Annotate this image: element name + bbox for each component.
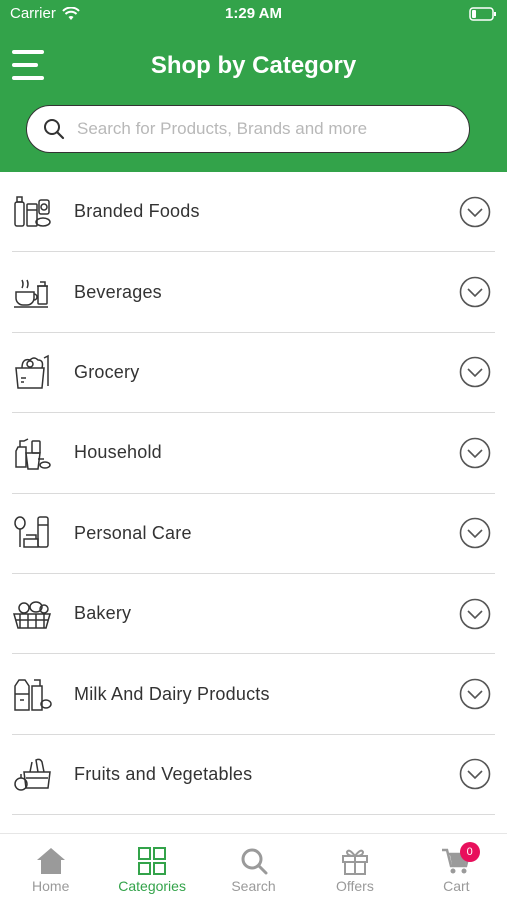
status-bar: Carrier 1:29 AM bbox=[0, 0, 507, 28]
home-icon bbox=[36, 848, 65, 874]
chevron-down-icon[interactable] bbox=[459, 356, 491, 388]
bakery-icon bbox=[13, 600, 51, 629]
bottom-tab-bar: Home Categories Search Offers Cart 0 bbox=[0, 833, 507, 900]
chevron-down-icon[interactable] bbox=[459, 517, 491, 549]
milk-dairy-icon bbox=[14, 679, 52, 711]
category-label: Milk And Dairy Products bbox=[74, 683, 270, 704]
category-label: Grocery bbox=[74, 361, 140, 382]
category-item-grocery[interactable]: Grocery bbox=[12, 333, 495, 414]
category-list: Branded Foods Beverages Grocery Househol… bbox=[0, 172, 507, 816]
category-item-household[interactable]: Household bbox=[12, 413, 495, 494]
category-item-beverages[interactable]: Beverages bbox=[12, 252, 495, 333]
tab-categories[interactable]: Categories bbox=[101, 834, 202, 900]
category-label: Bakery bbox=[74, 603, 132, 624]
category-item-branded-foods[interactable]: Branded Foods bbox=[12, 172, 495, 253]
chevron-down-icon[interactable] bbox=[459, 598, 491, 630]
header: Shop by Category bbox=[0, 28, 507, 172]
chevron-down-icon[interactable] bbox=[459, 437, 491, 469]
gift-icon bbox=[341, 849, 368, 875]
category-label: Branded Foods bbox=[74, 201, 200, 222]
categories-grid-icon bbox=[138, 847, 167, 875]
search-icon bbox=[241, 848, 268, 875]
tab-offers[interactable]: Offers bbox=[304, 834, 405, 900]
beverages-icon bbox=[14, 279, 48, 308]
fruits-vegetables-icon bbox=[14, 759, 51, 792]
category-label: Fruits and Vegetables bbox=[74, 763, 253, 784]
tab-label: Cart bbox=[443, 878, 470, 894]
tab-home[interactable]: Home bbox=[0, 834, 101, 900]
category-label: Household bbox=[74, 442, 162, 463]
tab-label: Categories bbox=[118, 878, 186, 894]
household-icon bbox=[15, 438, 51, 470]
category-item-personal-care[interactable]: Personal Care bbox=[12, 494, 495, 574]
battery-icon bbox=[469, 7, 496, 21]
tab-label: Search bbox=[231, 878, 276, 894]
category-item-bakery[interactable]: Bakery bbox=[12, 574, 495, 655]
chevron-down-icon[interactable] bbox=[459, 758, 491, 790]
chevron-down-icon[interactable] bbox=[459, 276, 491, 308]
tab-cart[interactable]: Cart 0 bbox=[406, 834, 507, 900]
category-label: Beverages bbox=[74, 281, 162, 302]
personal-care-icon bbox=[14, 516, 49, 548]
clock: 1:29 AM bbox=[225, 5, 282, 22]
chevron-down-icon[interactable] bbox=[459, 678, 491, 710]
category-item-fruits-vegetables[interactable]: Fruits and Vegetables bbox=[12, 735, 495, 816]
cart-count-badge: 0 bbox=[459, 842, 480, 862]
tab-label: Offers bbox=[335, 878, 374, 894]
category-label: Personal Care bbox=[74, 522, 192, 543]
search-bar[interactable] bbox=[26, 105, 470, 153]
grocery-icon bbox=[15, 355, 49, 390]
branded-foods-icon bbox=[14, 195, 51, 227]
page-title: Shop by Category bbox=[150, 52, 357, 79]
search-input[interactable] bbox=[77, 119, 437, 139]
tab-label: Home bbox=[32, 878, 70, 894]
tab-search[interactable]: Search bbox=[203, 834, 304, 900]
chevron-down-icon[interactable] bbox=[459, 196, 491, 228]
category-item-milk-dairy[interactable]: Milk And Dairy Products bbox=[12, 654, 495, 735]
search-icon bbox=[44, 119, 65, 140]
